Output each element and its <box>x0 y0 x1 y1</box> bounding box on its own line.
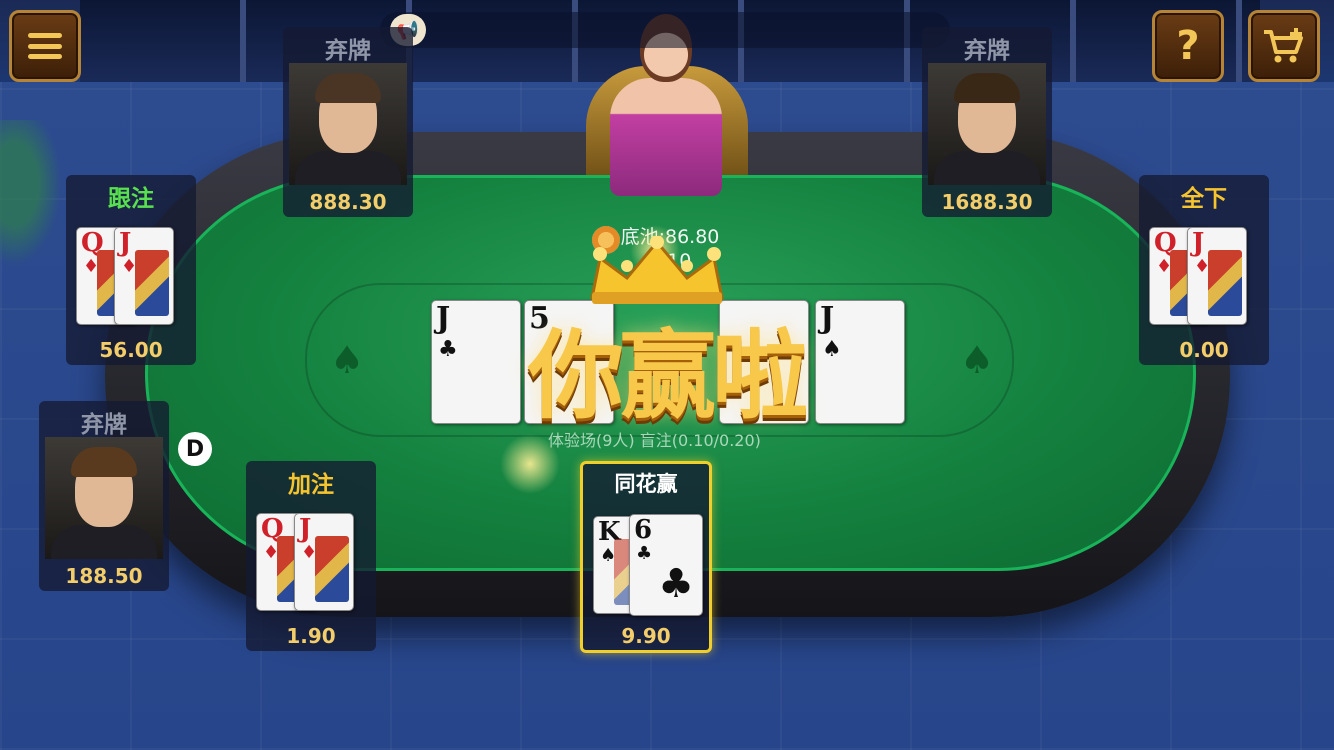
hand-result-label: 同花赢 <box>614 472 678 496</box>
seat-status: 跟注 <box>108 186 154 212</box>
seat-status: 全下 <box>1181 186 1227 212</box>
seat-chips: 1.90 <box>286 624 336 648</box>
hamburger-menu-icon <box>28 33 62 59</box>
seat-left-lower[interactable]: 弃牌 188.50 <box>39 401 169 591</box>
seat-bottom-left[interactable]: 加注 Q ♦ J ♦ 1.90 <box>246 461 376 651</box>
hole-card: J ♦ <box>114 227 174 325</box>
seat-status: 弃牌 <box>81 412 127 438</box>
seat-chips: 1688.30 <box>941 190 1033 214</box>
shop-button[interactable] <box>1248 10 1320 82</box>
dealer-body <box>610 78 722 196</box>
seat-chips: 56.00 <box>99 338 163 362</box>
avatar <box>928 63 1046 185</box>
notice-bar <box>380 12 950 48</box>
hole-card: J ♦ <box>1187 227 1247 325</box>
dealer-button: D <box>178 432 212 466</box>
win-banner: 你赢啦 <box>456 236 876 446</box>
spade-decoration-icon: ♠ <box>330 338 365 382</box>
avatar <box>45 437 163 559</box>
spade-decoration-icon: ♠ <box>960 338 995 382</box>
avatar <box>289 63 407 185</box>
win-banner-text: 你赢啦 <box>528 320 808 432</box>
seat-chips: 188.50 <box>65 564 143 588</box>
shopping-cart-plus-icon <box>1264 28 1303 63</box>
question-mark-icon: ? <box>1176 23 1200 69</box>
seat-top-left[interactable]: 弃牌 888.30 <box>283 27 413 217</box>
help-button[interactable]: ? <box>1152 10 1224 82</box>
seat-chips: 9.90 <box>621 624 671 648</box>
hole-card: J ♦ <box>294 513 354 611</box>
seat-chips: 888.30 <box>309 190 387 214</box>
menu-button[interactable] <box>9 10 81 82</box>
hole-card: 6 ♣ ♣ <box>629 514 703 616</box>
seat-right-upper[interactable]: 全下 Q ♦ J ♦ 0.00 <box>1139 175 1269 365</box>
seat-chips: 0.00 <box>1179 338 1229 362</box>
seat-hero[interactable]: 同花赢 K ♠ 6 ♣ ♣ 9.90 <box>580 461 712 653</box>
seat-left-upper[interactable]: 跟注 Q ♦ J ♦ 56.00 <box>66 175 196 365</box>
crown-icon <box>590 236 724 304</box>
background-plant <box>0 120 70 280</box>
seat-status: 弃牌 <box>325 38 371 64</box>
seat-status: 弃牌 <box>964 38 1010 64</box>
seat-top-right[interactable]: 弃牌 1688.30 <box>922 27 1052 217</box>
seat-status: 加注 <box>288 472 334 498</box>
